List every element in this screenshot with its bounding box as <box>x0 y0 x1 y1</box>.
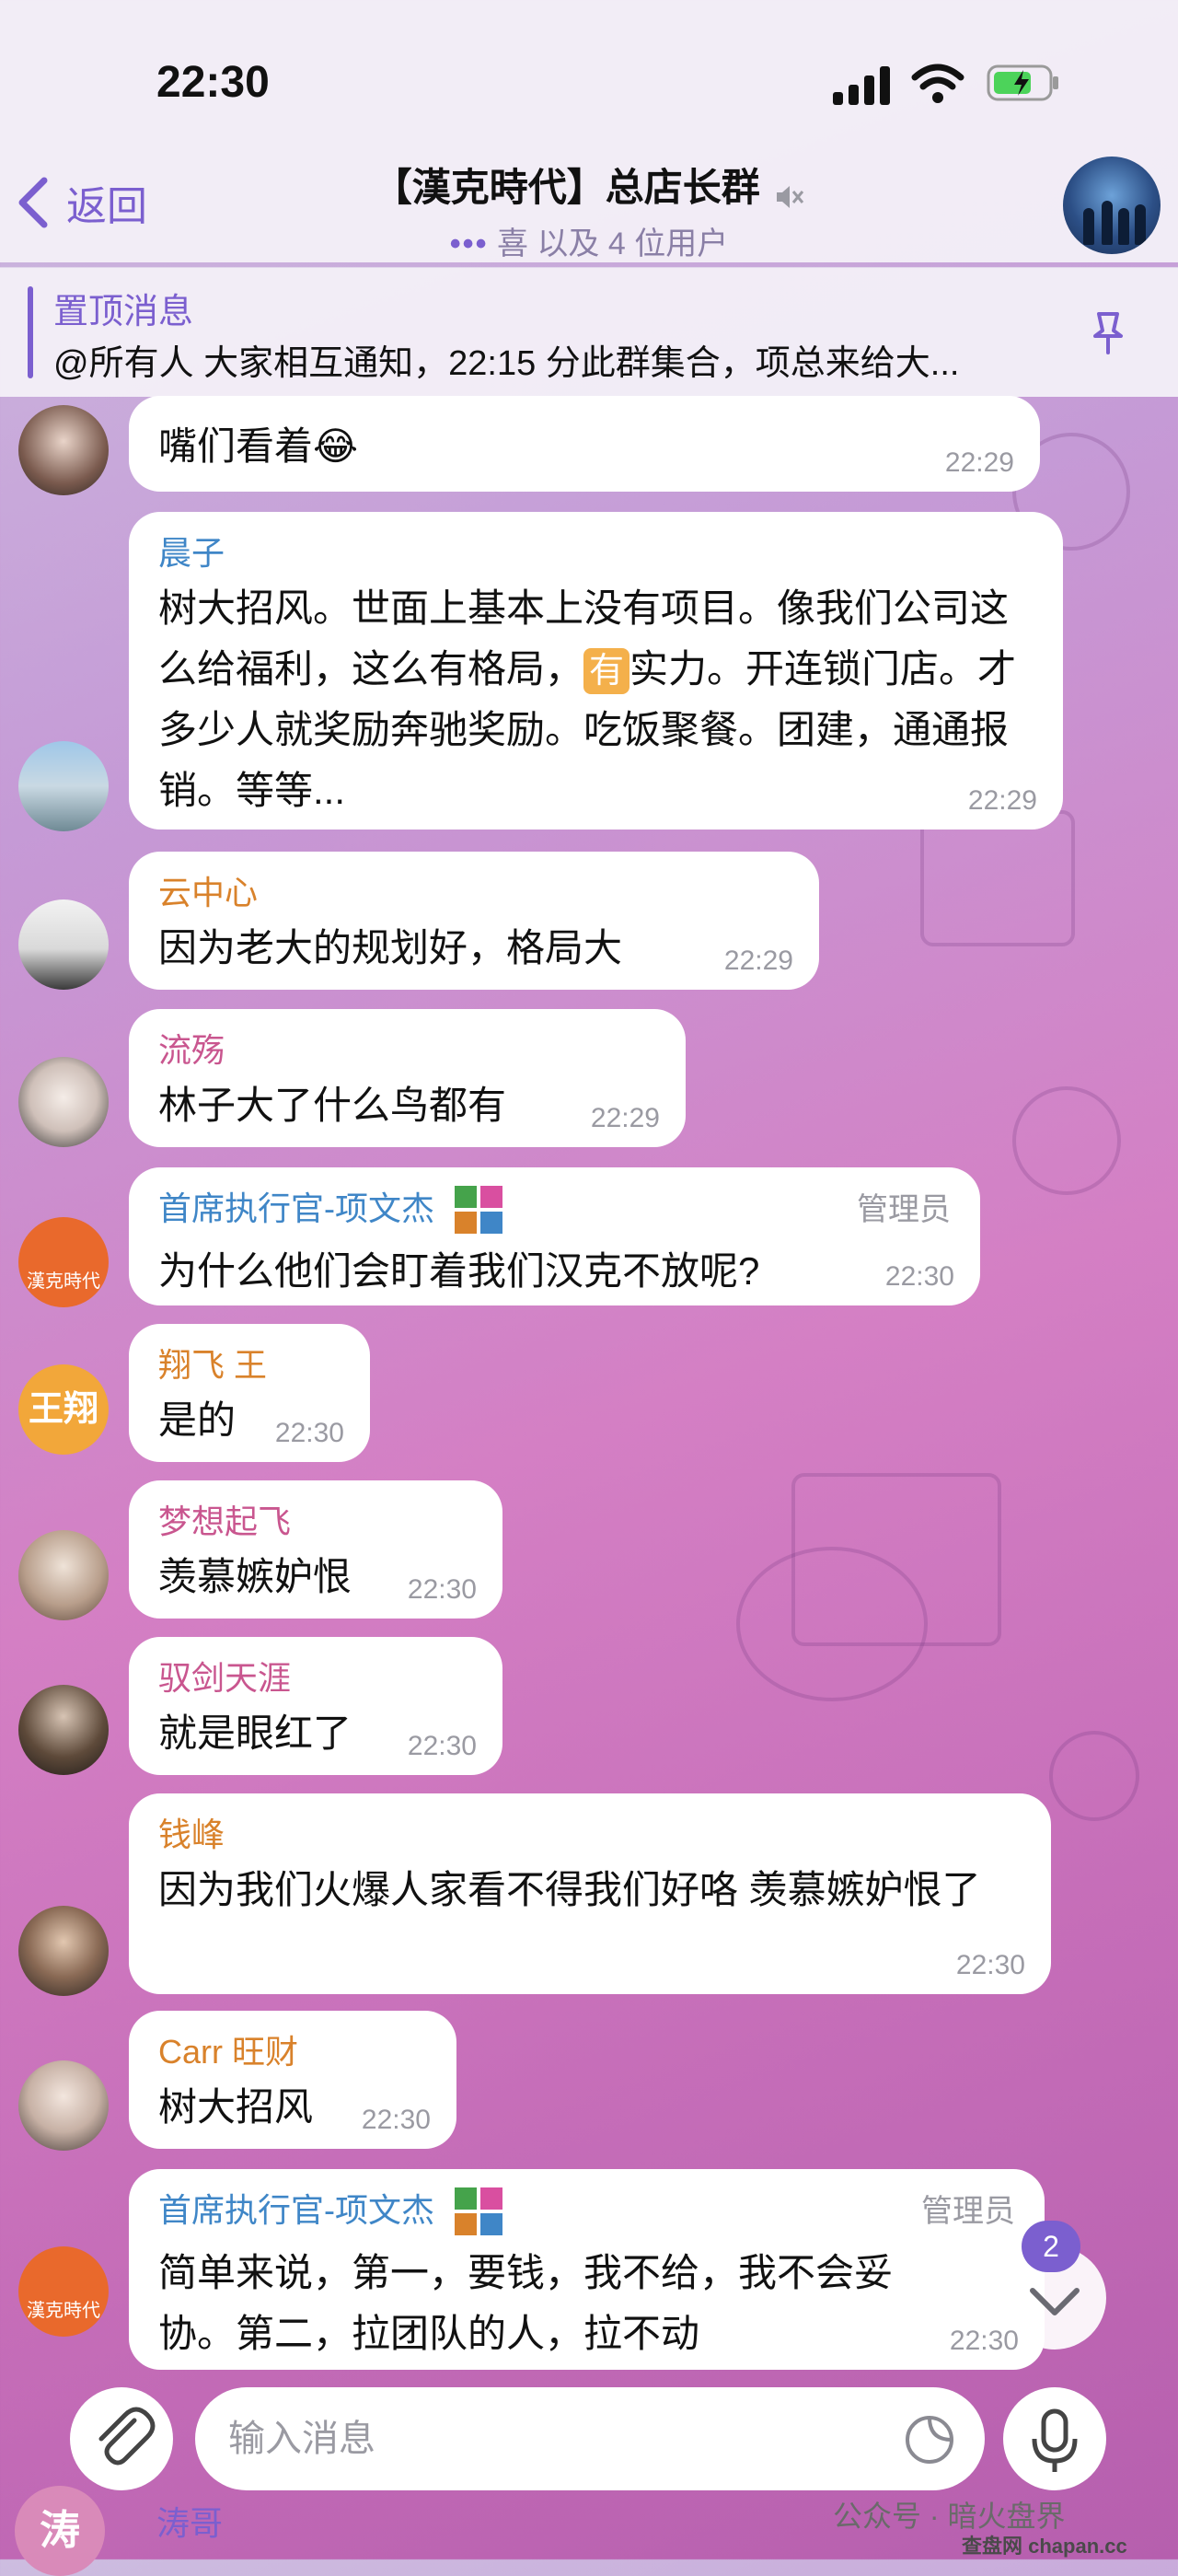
message-bubble[interactable]: 钱峰 因为我们火爆人家看不得我们好咯 羡慕嫉妒恨了 22:30 <box>129 1793 1051 1994</box>
message-time: 22:30 <box>407 1731 477 1761</box>
avatar[interactable] <box>18 1057 109 1147</box>
message-time: 22:29 <box>967 785 1037 816</box>
avatar[interactable] <box>18 1530 109 1620</box>
paperclip-icon <box>98 2407 156 2466</box>
sticker-icon[interactable] <box>902 2412 957 2467</box>
back-label: 返回 <box>66 184 147 229</box>
hank-logo-icon <box>455 1186 503 1235</box>
sender-name[interactable]: 流殇 <box>158 1024 656 1072</box>
wallpaper-doodle <box>1012 1086 1121 1195</box>
status-time: 22:30 <box>156 58 270 107</box>
sender-name-text: 首席执行官-项文杰 <box>158 1189 434 1227</box>
avatar[interactable]: 涛 <box>15 2486 105 2576</box>
hank-logo-icon <box>455 2187 503 2236</box>
message-time: 22:30 <box>361 2105 431 2135</box>
chat-title-area[interactable]: 【漢克時代】总店长群 ••• 喜 以及 4 位用户 <box>304 157 874 263</box>
battery-charging-icon <box>987 64 1058 101</box>
message-bubble[interactable]: 流殇 林子大了什么鸟都有 22:29 <box>129 1009 686 1147</box>
message-input[interactable]: 输入消息 <box>195 2387 985 2490</box>
message-text: 林子大了什么鸟都有 <box>158 1084 507 1127</box>
admin-label: 管理员 <box>857 1192 951 1227</box>
message-time: 22:29 <box>590 1103 660 1133</box>
sender-name[interactable]: 钱峰 <box>158 1808 1022 1856</box>
navigation-header: 22:30 返回 【漢克時代】总店长群 ••• 喜 以及 4 位用户 <box>0 0 1178 262</box>
message-bubble[interactable]: 嘴们看着😂 22:29 <box>129 396 1040 492</box>
message-time: 22:30 <box>884 1261 954 1292</box>
avatar[interactable] <box>18 405 109 495</box>
message-text: 树大招风。世面上基本上没有项目。像我们公司这么给福利，这么有格局，有实力。开连锁… <box>158 578 1034 821</box>
microphone-icon <box>1032 2408 1078 2472</box>
message-time: 22:30 <box>274 1418 344 1448</box>
message-time: 22:29 <box>944 447 1014 478</box>
back-button[interactable]: 返回 <box>17 170 147 235</box>
pinned-text: @所有人 大家相互通知，22:15 分此群集合，项总来给大... <box>53 344 960 383</box>
message-bubble[interactable]: 驭剑天涯 就是眼红了 22:30 <box>129 1637 502 1775</box>
message-bubble[interactable]: 晨子 树大招风。世面上基本上没有项目。像我们公司这么给福利，这么有格局，有实力。… <box>129 512 1063 830</box>
message-bubble[interactable]: 首席执行官-项文杰 管理员 简单来说，第一，要钱，我不给，我不会妥协。第二，拉团… <box>129 2169 1045 2370</box>
avatar-logo-text: 漢克時代 <box>27 2301 100 2321</box>
group-avatar[interactable] <box>1063 157 1161 254</box>
avatar-logo-text: 漢克時代 <box>27 1271 100 1292</box>
message-text: 简单来说，第一，要钱，我不给，我不会妥协。第二，拉团队的人，拉不动 <box>158 2251 894 2356</box>
admin-label: 管理员 <box>921 2194 1015 2229</box>
chat-subtitle: ••• 喜 以及 4 位用户 <box>304 218 874 263</box>
message-text: 嘴们看着😂 <box>158 424 359 468</box>
muted-speaker-icon <box>777 185 804 208</box>
message-bubble[interactable]: Carr 旺财 树大招风 22:30 <box>129 2011 456 2149</box>
message-text: 因为我们火爆人家看不得我们好咯 羡慕嫉妒恨了 <box>158 1868 981 1911</box>
avatar[interactable] <box>18 1685 109 1775</box>
sender-name[interactable]: 涛哥 <box>156 2497 223 2545</box>
message-text: 为什么他们会盯着我们汉克不放呢? <box>158 1249 760 1294</box>
avatar[interactable] <box>18 1906 109 1996</box>
pinned-title: 置顶消息 <box>53 293 194 331</box>
message-bubble[interactable]: 梦想起飞 羡慕嫉妒恨 22:30 <box>129 1480 502 1619</box>
microphone-button[interactable] <box>1003 2387 1106 2490</box>
message-text: 因为老大的规划好，格局大 <box>158 926 623 969</box>
message-time: 22:30 <box>407 1574 477 1605</box>
emoji-badge: 有 <box>583 648 630 694</box>
avatar[interactable]: 王翔 <box>18 1364 109 1455</box>
sender-name[interactable]: 翔飞 王 <box>158 1339 341 1387</box>
avatar[interactable]: 漢克時代 <box>18 2246 109 2337</box>
cellular-signal-icon <box>833 64 892 105</box>
wifi-icon <box>911 64 964 103</box>
pin-icon[interactable] <box>1079 305 1134 360</box>
avatar[interactable] <box>18 2060 109 2151</box>
sender-name[interactable]: Carr 旺财 <box>158 2025 427 2073</box>
avatar-initials: 王翔 <box>28 1390 98 1429</box>
avatar[interactable] <box>18 741 109 831</box>
sender-name[interactable]: 梦想起飞 <box>158 1495 473 1543</box>
avatar[interactable]: 漢克時代 <box>18 1217 109 1307</box>
watermark-site: 查盘网 chapan.cc <box>962 2535 1127 2558</box>
chat-title: 【漢克時代】总店长群 <box>373 166 760 209</box>
sender-name[interactable]: 晨子 <box>158 527 1034 574</box>
sender-name[interactable]: 首席执行官-项文杰 <box>158 2184 1015 2239</box>
sender-name[interactable]: 云中心 <box>158 866 790 914</box>
attach-button[interactable] <box>70 2387 173 2490</box>
wallpaper-doodle <box>1049 1731 1139 1821</box>
sender-name-text: 首席执行官-项文杰 <box>158 2191 434 2229</box>
chevron-left-icon <box>18 177 48 228</box>
message-time: 22:29 <box>723 946 793 976</box>
wallpaper-doodle <box>920 810 1075 946</box>
unread-count-badge: 2 <box>1022 2221 1080 2272</box>
message-time: 22:30 <box>955 1950 1025 1980</box>
sender-name[interactable]: 驭剑天涯 <box>158 1652 473 1700</box>
message-bubble[interactable]: 首席执行官-项文杰 管理员 为什么他们会盯着我们汉克不放呢? 22:30 <box>129 1167 980 1305</box>
pinned-indicator <box>28 286 33 378</box>
sender-name[interactable]: 首席执行官-项文杰 <box>158 1182 951 1237</box>
pinned-message-banner[interactable]: 置顶消息 @所有人 大家相互通知，22:15 分此群集合，项总来给大... <box>0 267 1178 397</box>
message-bubble[interactable]: 翔飞 王 是的 22:30 <box>129 1324 370 1462</box>
wallpaper-doodle <box>791 1473 1001 1646</box>
members-status: 喜 以及 4 位用户 <box>496 226 729 261</box>
avatar[interactable] <box>18 899 109 990</box>
typing-dots-icon: ••• <box>449 226 489 261</box>
message-bubble[interactable]: 云中心 因为老大的规划好，格局大 22:29 <box>129 852 819 990</box>
